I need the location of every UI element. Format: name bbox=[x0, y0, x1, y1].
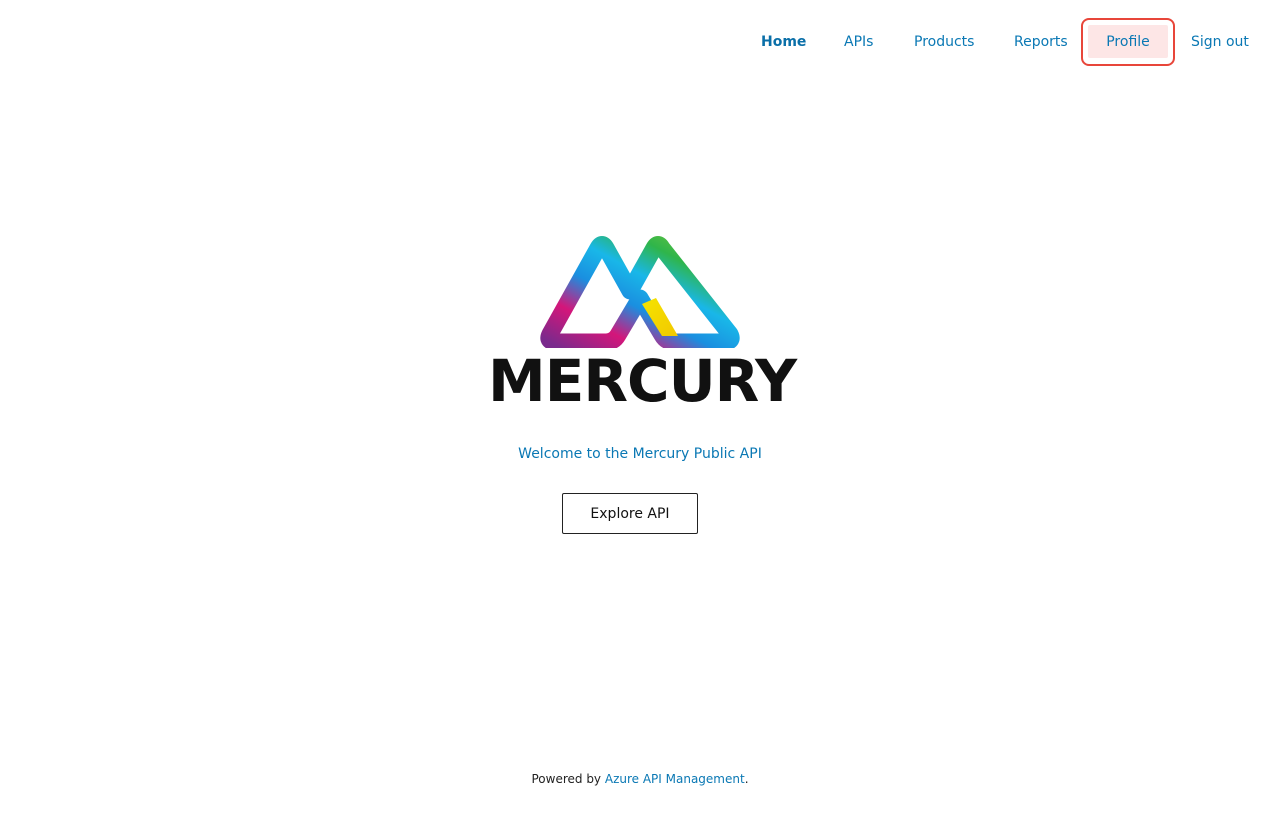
azure-api-management-link[interactable]: Azure API Management bbox=[605, 772, 745, 786]
nav-profile-link[interactable]: Profile bbox=[1088, 34, 1168, 50]
page: Home APIs Products Reports Profile Sign … bbox=[0, 0, 1265, 818]
footer: Powered by Azure API Management. bbox=[0, 772, 1265, 786]
welcome-text: Welcome to the Mercury Public API bbox=[518, 446, 762, 462]
explore-api-button[interactable]: Explore API bbox=[562, 493, 698, 534]
nav-products-link[interactable]: Products bbox=[914, 34, 974, 50]
top-navigation: Home APIs Products Reports Profile Sign … bbox=[0, 0, 1265, 84]
nav-profile-background[interactable]: Profile bbox=[1088, 25, 1168, 58]
mercury-mountain-logo-icon bbox=[540, 236, 740, 348]
footer-suffix: . bbox=[744, 772, 749, 786]
nav-apis-link[interactable]: APIs bbox=[844, 34, 873, 50]
mercury-wordmark: MERCURY bbox=[488, 347, 797, 415]
nav-home-link[interactable]: Home bbox=[761, 34, 806, 50]
footer-prefix: Powered by bbox=[531, 772, 605, 786]
nav-profile-highlight[interactable]: Profile bbox=[1081, 18, 1175, 66]
nav-reports-link[interactable]: Reports bbox=[1014, 34, 1068, 50]
nav-sign-out-link[interactable]: Sign out bbox=[1191, 34, 1249, 50]
